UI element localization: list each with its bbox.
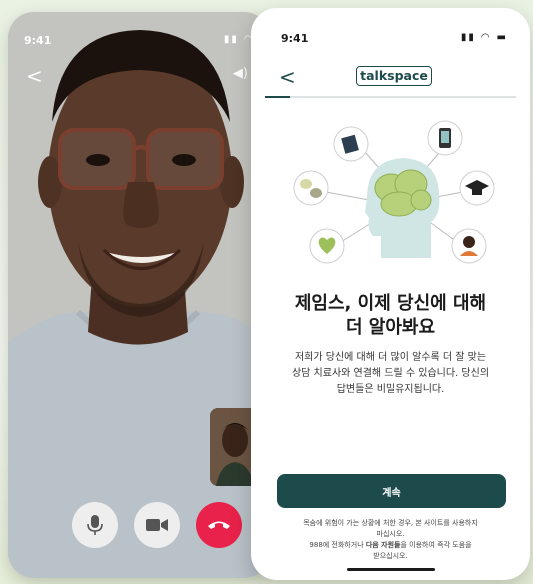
title-line-1: 제임스, 이제 당신에 대해	[294, 293, 487, 314]
continue-button[interactable]: 계속	[277, 474, 506, 508]
description-line-2: 상담 치료사와 연결해 드릴 수 있습니다. 당신의	[291, 368, 490, 379]
back-chevron-icon[interactable]: <	[279, 65, 296, 89]
page-title: 제임스, 이제 당신에 대해 더 알아봐요	[251, 292, 530, 340]
progress-fill	[265, 96, 291, 98]
chat-bubble-icon	[293, 170, 329, 206]
status-bar: 9:41 ▮▮ ◠	[24, 34, 254, 50]
phone-icon	[427, 120, 463, 156]
progress-bar	[265, 96, 516, 98]
talkspace-logo: talkspace	[356, 66, 432, 86]
signal-wifi-icons: ▮▮ ◠	[223, 34, 254, 45]
status-bar: 9:41 ▮▮ ◠ ▬	[281, 32, 508, 46]
disclaimer-line-2: 마십시오.	[376, 530, 405, 538]
back-chevron-icon[interactable]: <	[26, 64, 43, 88]
status-time: 9:41	[24, 34, 52, 47]
speaker-icon[interactable]: ◀)	[233, 66, 248, 81]
video-camera-icon	[146, 519, 168, 531]
caller-video-feed	[8, 12, 270, 578]
disclaimer-text-post: 을 이용하여 즉각 도움을	[400, 541, 472, 549]
end-call-icon	[208, 521, 230, 529]
description-line-3: 답변들은 비밀유지됩니다.	[336, 384, 445, 395]
person-avatar-icon	[451, 228, 487, 264]
microphone-icon	[87, 515, 103, 535]
brain-icon	[374, 169, 432, 217]
book-icon	[333, 126, 369, 162]
disclaimer-line-1: 목숨에 위험이 가는 상황에 처한 경우, 본 사이트를 사용하지	[303, 519, 478, 527]
crisis-disclaimer: 목숨에 위험이 가는 상황에 처한 경우, 본 사이트를 사용하지 마십시오. …	[279, 518, 502, 562]
toggle-camera-button[interactable]	[134, 502, 180, 548]
mute-microphone-button[interactable]	[72, 502, 118, 548]
disclaimer-line-4: 받으십시오.	[373, 552, 408, 560]
disclaimer-text-pre: 988에 전화하거나	[309, 541, 366, 549]
end-call-button[interactable]	[196, 502, 242, 548]
status-time: 9:41	[281, 32, 309, 45]
video-call-screen: 9:41 ▮▮ ◠ < ◀)	[8, 12, 270, 578]
graduation-cap-icon	[459, 170, 495, 206]
talkspace-onboarding-screen: 9:41 ▮▮ ◠ ▬ < talkspace 제임스, 이제 당신에 대해 더…	[251, 8, 530, 580]
description-text: 저희가 당신에 대해 더 많이 알수록 더 잘 맞는 상담 치료사와 연결해 드…	[281, 350, 500, 398]
heart-icon	[309, 228, 345, 264]
resources-link[interactable]: 다음 자원들	[366, 541, 401, 549]
disclaimer-line-3: 988에 전화하거나 다음 자원들을 이용하여 즉각 도움을	[279, 540, 502, 551]
signal-wifi-battery-icons: ▮▮ ◠ ▬	[460, 32, 508, 43]
home-indicator	[347, 568, 435, 571]
description-line-1: 저희가 당신에 대해 더 많이 알수록 더 잘 맞는	[294, 352, 487, 363]
brain-illustration	[293, 120, 495, 264]
title-line-2: 더 알아봐요	[345, 317, 436, 338]
